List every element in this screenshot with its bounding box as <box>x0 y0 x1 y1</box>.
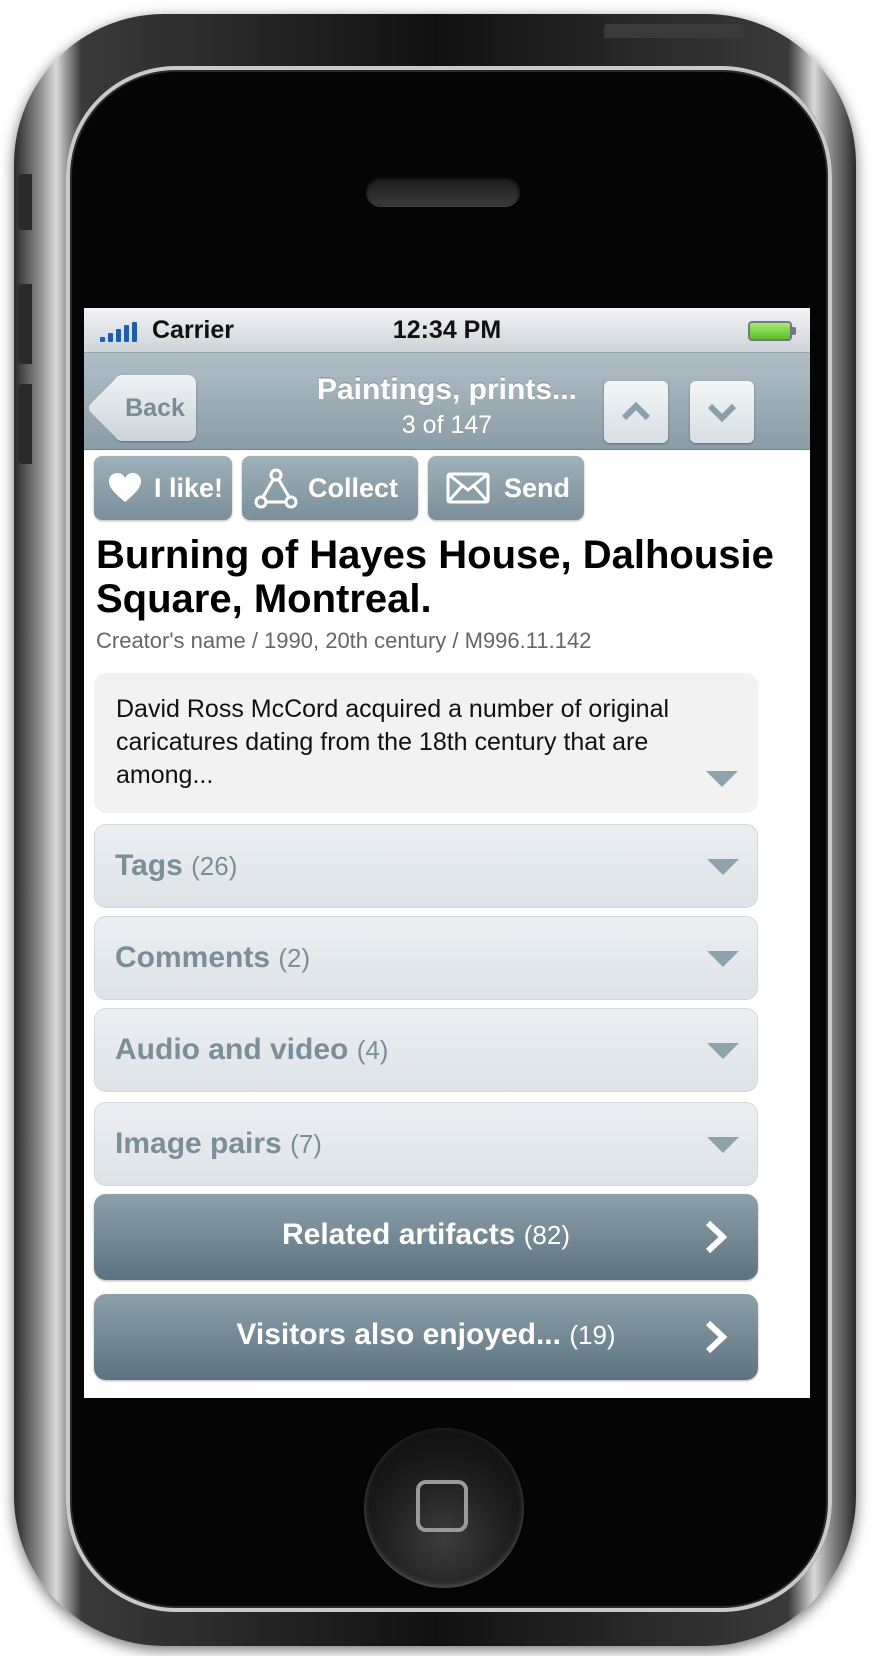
home-button-icon <box>416 1480 468 1532</box>
link-title: Related artifacts (82) <box>94 1218 758 1252</box>
back-button-label: Back <box>125 394 185 422</box>
back-button[interactable]: Back <box>114 375 196 441</box>
visitors-also-enjoyed-button[interactable]: Visitors also enjoyed... (19) <box>94 1294 758 1380</box>
next-item-button[interactable] <box>690 381 754 443</box>
description-text: David Ross McCord acquired a number of o… <box>116 695 670 789</box>
sleep-button <box>604 24 744 38</box>
navigation-bar: Back Paintings, prints... 3 of 147 <box>84 353 810 450</box>
heart-icon <box>109 473 141 502</box>
collect-button[interactable]: Collect <box>242 456 418 520</box>
volume-down-button <box>18 384 32 464</box>
artifact-title: Burning of Hayes House, Dalhousie Square… <box>96 533 774 621</box>
home-button[interactable] <box>364 1428 524 1588</box>
expand-caret-icon <box>707 859 739 875</box>
send-label: Send <box>504 473 571 503</box>
section-title: Image pairs (7) <box>115 1127 322 1161</box>
collect-label: Collect <box>308 473 399 503</box>
mute-switch <box>18 174 32 230</box>
envelope-icon <box>446 472 490 504</box>
artifact-metadata: Creator's name / 1990, 20th century / M9… <box>96 628 592 653</box>
section-count: (26) <box>191 851 238 881</box>
expand-caret-icon <box>707 1137 739 1153</box>
section-label: Image pairs <box>115 1127 282 1160</box>
like-label: I like! <box>154 473 224 503</box>
collect-icon <box>254 468 298 509</box>
section-title: Comments (2) <box>115 941 310 975</box>
section-count: (7) <box>290 1129 322 1159</box>
status-time: 12:34 PM <box>392 316 502 344</box>
section-label: Comments <box>115 941 271 974</box>
chevron-right-icon <box>705 1320 728 1354</box>
section-count: (4) <box>356 1035 389 1065</box>
section-label: Audio and video <box>115 1033 349 1066</box>
section-image-pairs[interactable]: Image pairs (7) <box>94 1102 758 1186</box>
link-count: (82) <box>523 1220 571 1250</box>
related-artifacts-button[interactable]: Related artifacts (82) <box>94 1194 758 1280</box>
link-count: (19) <box>569 1320 616 1350</box>
chevron-up-icon <box>621 401 651 421</box>
chevron-right-icon <box>705 1220 728 1254</box>
section-tags[interactable]: Tags (26) <box>94 824 758 908</box>
expand-caret-icon <box>707 951 739 967</box>
volume-up-button <box>18 284 32 364</box>
link-title: Visitors also enjoyed... (19) <box>94 1318 758 1352</box>
chevron-down-icon <box>707 403 737 423</box>
status-bar: Carrier 12:34 PM <box>84 308 810 353</box>
section-title: Tags (26) <box>115 849 237 883</box>
section-label: Tags <box>115 849 183 882</box>
send-button[interactable]: Send <box>428 456 584 520</box>
like-button[interactable]: I like! <box>94 456 232 520</box>
battery-icon <box>748 321 796 341</box>
expand-caret-icon <box>706 771 738 787</box>
section-count: (2) <box>278 943 311 973</box>
link-label: Visitors also enjoyed... <box>236 1318 561 1351</box>
section-comments[interactable]: Comments (2) <box>94 916 758 1000</box>
expand-caret-icon <box>707 1043 739 1059</box>
earpiece-speaker <box>366 176 520 206</box>
section-title: Audio and video (4) <box>115 1033 388 1067</box>
description-panel[interactable]: David Ross McCord acquired a number of o… <box>94 673 758 813</box>
section-audio-video[interactable]: Audio and video (4) <box>94 1008 758 1092</box>
phone-screen: Carrier 12:34 PM Back Paintings, prints.… <box>84 308 810 1398</box>
previous-item-button[interactable] <box>604 381 668 443</box>
link-label: Related artifacts <box>281 1218 516 1251</box>
